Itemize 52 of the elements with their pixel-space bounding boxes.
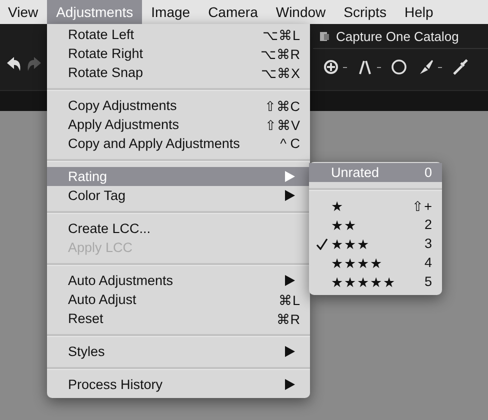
catalog-icon[interactable] bbox=[319, 30, 330, 42]
circle-icon[interactable] bbox=[390, 58, 408, 76]
submenu-arrow-icon bbox=[285, 379, 295, 390]
menu-item[interactable]: ★★★ 3 bbox=[309, 234, 442, 253]
menu-item[interactable]: Reset ⌘R bbox=[47, 309, 310, 328]
menu-item[interactable]: Create LCC... bbox=[47, 219, 310, 238]
menu-item[interactable]: Auto Adjust ⌘L bbox=[47, 290, 310, 309]
menu-item[interactable]: Apply Adjustments ⇧⌘V bbox=[47, 115, 310, 134]
menu-item[interactable]: ★★ 2 bbox=[309, 215, 442, 234]
keystone-icon[interactable] bbox=[356, 58, 374, 76]
shortcut-label: 2 bbox=[424, 217, 432, 232]
shortcut-label: ⇧⌘V bbox=[264, 116, 300, 132]
shortcut-label: 5 bbox=[424, 274, 432, 289]
menu-item[interactable]: Auto Adjustments bbox=[47, 271, 310, 290]
shortcut-label: ⌥⌘X bbox=[260, 64, 300, 80]
undo-icon[interactable] bbox=[6, 56, 22, 72]
shortcut-label: ⌥⌘L bbox=[262, 26, 300, 42]
submenu-arrow-icon bbox=[285, 275, 295, 286]
menubar-item[interactable]: Image bbox=[142, 0, 200, 24]
menu-item[interactable]: Rotate Right ⌥⌘R bbox=[47, 44, 310, 63]
shortcut-label: ⌘R bbox=[276, 310, 300, 326]
menu-item[interactable]: Rotate Snap ⌥⌘X bbox=[47, 63, 310, 82]
submenu-arrow-icon bbox=[285, 346, 295, 357]
menu-item[interactable]: Copy Adjustments ⇧⌘C bbox=[47, 96, 310, 115]
shortcut-label: ⌘L bbox=[278, 292, 300, 308]
menu-item[interactable]: Rotate Left ⌥⌘L bbox=[47, 25, 310, 44]
menu-item[interactable]: ★★★★★ 5 bbox=[309, 272, 442, 291]
shortcut-label: 0 bbox=[424, 165, 432, 180]
menu-item[interactable]: Color Tag bbox=[47, 186, 310, 205]
menu-item[interactable]: ★★★★ 4 bbox=[309, 253, 442, 272]
shortcut-label: ⌥⌘R bbox=[260, 46, 300, 62]
shortcut-label: ⇧+ bbox=[412, 198, 432, 214]
menubar-item[interactable]: View bbox=[0, 0, 48, 24]
rotate-icon[interactable] bbox=[322, 58, 340, 76]
catalog-title: Capture One Catalog bbox=[336, 28, 459, 44]
menubar-item[interactable]: Scripts bbox=[334, 0, 396, 24]
menu-item[interactable]: Styles bbox=[47, 342, 310, 361]
menubar-item[interactable]: Help bbox=[395, 0, 442, 24]
submenu-arrow-icon bbox=[285, 190, 295, 201]
eyedropper-icon[interactable] bbox=[451, 58, 469, 76]
menu-item[interactable]: Process History bbox=[47, 375, 310, 394]
submenu-arrow-icon bbox=[285, 171, 295, 182]
shortcut-label: 4 bbox=[424, 255, 432, 270]
shortcut-label: ^ C bbox=[280, 136, 300, 151]
shortcut-label: ⇧⌘C bbox=[264, 98, 300, 114]
checkmark-icon bbox=[316, 238, 328, 250]
shortcut-label: 3 bbox=[424, 236, 432, 251]
menu-item[interactable]: Copy and Apply Adjustments ^ C bbox=[47, 134, 310, 153]
menubar-item[interactable]: Camera bbox=[199, 0, 267, 24]
menu-item[interactable]: ★ ⇧+ bbox=[309, 196, 442, 215]
brush-icon[interactable] bbox=[417, 58, 435, 76]
menubar-item[interactable]: Window bbox=[266, 0, 335, 24]
